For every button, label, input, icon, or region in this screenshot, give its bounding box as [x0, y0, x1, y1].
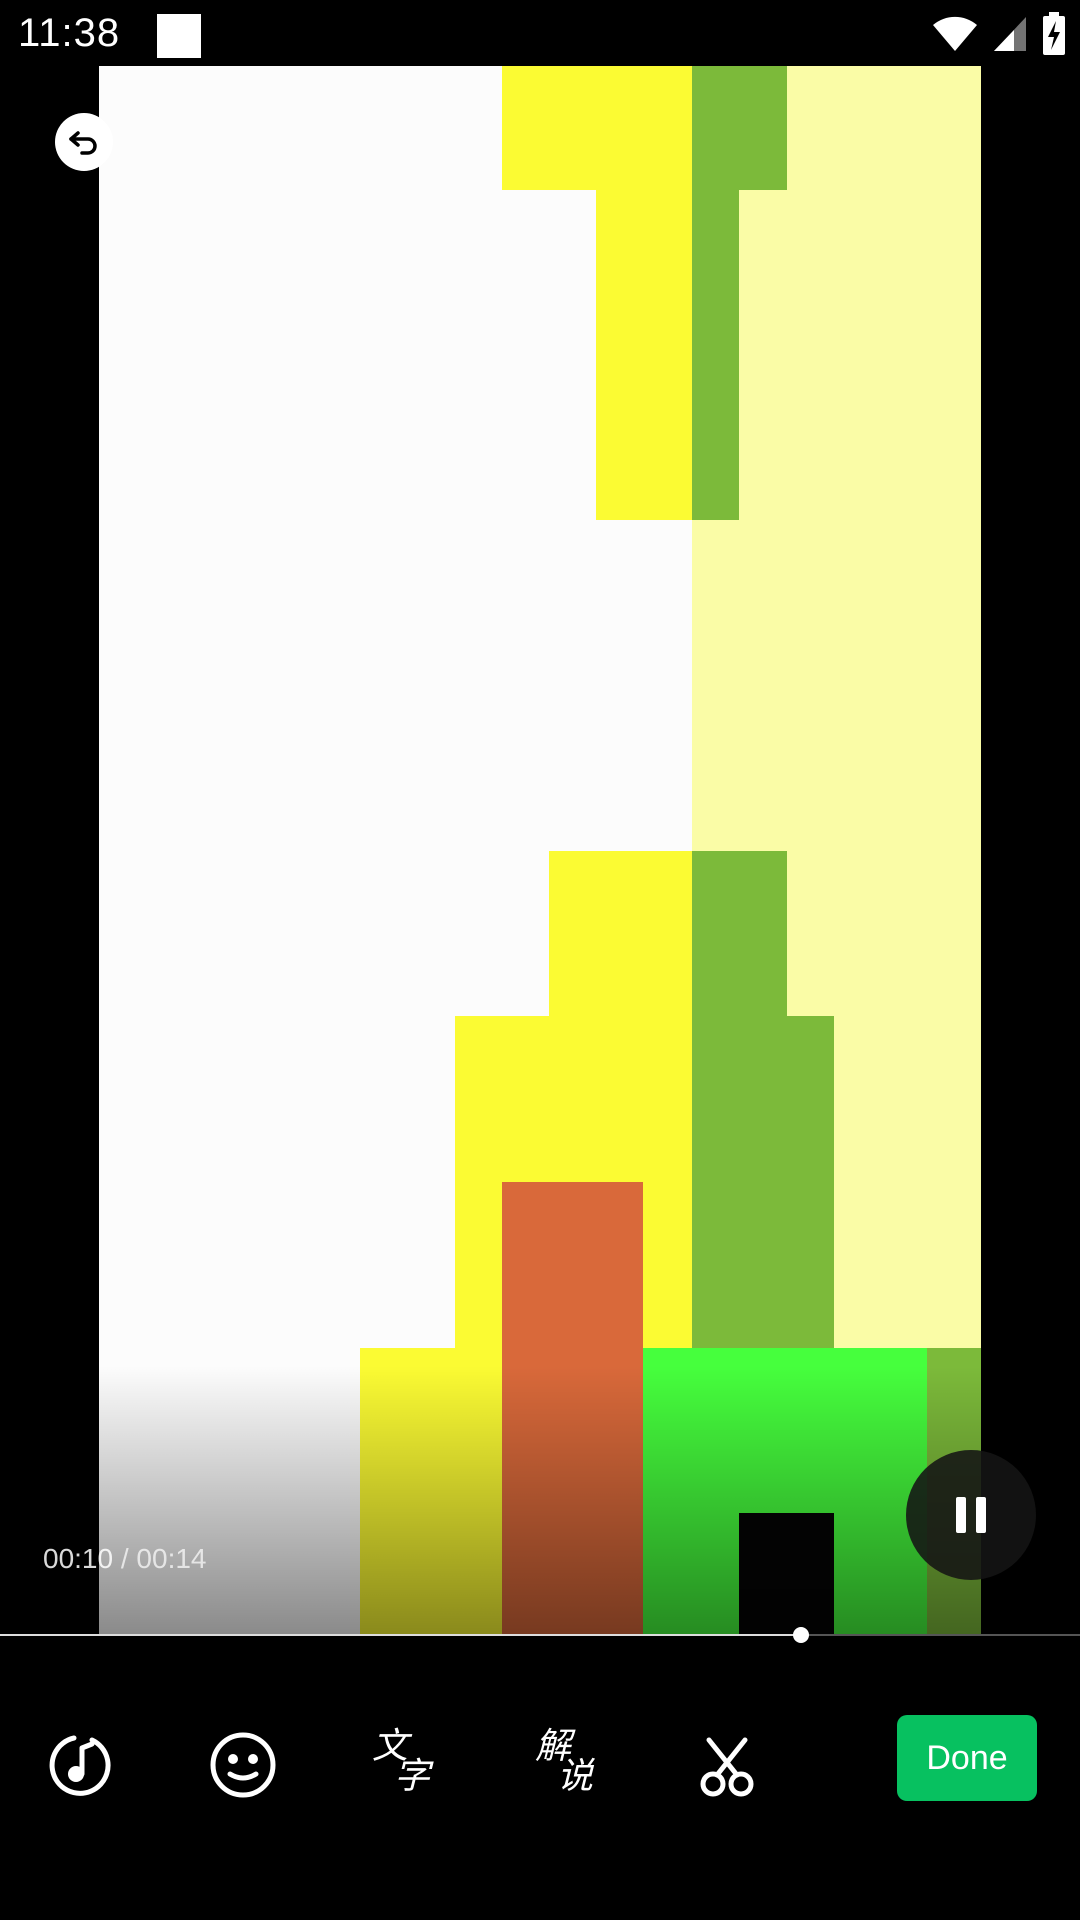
narration-tool-char-2: 说	[557, 1756, 594, 1797]
video-block	[692, 851, 787, 1016]
notification-square-icon	[157, 14, 201, 58]
progress-thumb[interactable]	[793, 1627, 810, 1643]
music-button[interactable]	[36, 1720, 126, 1810]
pause-icon	[956, 1497, 986, 1533]
current-time: 00:10	[43, 1543, 114, 1574]
video-block	[360, 1348, 502, 1634]
video-block	[596, 190, 692, 520]
sticker-button[interactable]	[198, 1720, 288, 1810]
video-block	[692, 66, 787, 190]
back-button[interactable]	[55, 113, 113, 171]
total-time: 00:14	[136, 1543, 207, 1574]
signal-icon	[994, 17, 1026, 51]
done-button[interactable]: Done	[897, 1715, 1037, 1801]
battery-charging-icon	[1043, 12, 1065, 55]
music-icon	[49, 1735, 111, 1796]
status-time: 11:38	[18, 11, 121, 55]
video-preview[interactable]	[99, 66, 981, 1634]
progress-bar[interactable]	[0, 1627, 1080, 1643]
progress-fill	[0, 1634, 802, 1636]
video-block	[502, 66, 692, 190]
wifi-icon	[933, 16, 977, 51]
video-block	[692, 520, 787, 894]
playback-timecode: 00:10 / 00:14	[43, 1543, 207, 1575]
video-block	[692, 1016, 834, 1348]
video-block	[739, 190, 787, 520]
video-block	[739, 1513, 834, 1634]
cut-button[interactable]	[685, 1720, 775, 1810]
text-tool-label: 文 字	[372, 1729, 442, 1800]
time-separator: /	[120, 1543, 129, 1574]
video-block	[502, 1182, 643, 1634]
sticker-smiley-icon	[210, 1732, 276, 1798]
narration-tool-label: 解 说	[535, 1729, 605, 1800]
status-bar: 11:38	[0, 0, 1080, 66]
pause-button[interactable]	[906, 1450, 1036, 1580]
video-block	[692, 190, 739, 520]
text-button[interactable]: 文 字	[362, 1720, 452, 1810]
narration-button[interactable]: 解 说	[525, 1720, 615, 1810]
undo-arrow-icon	[69, 131, 97, 155]
text-tool-char-2: 字	[394, 1756, 431, 1797]
scissors-icon	[700, 1737, 754, 1797]
status-icons	[932, 12, 1066, 56]
video-block	[643, 1182, 692, 1348]
